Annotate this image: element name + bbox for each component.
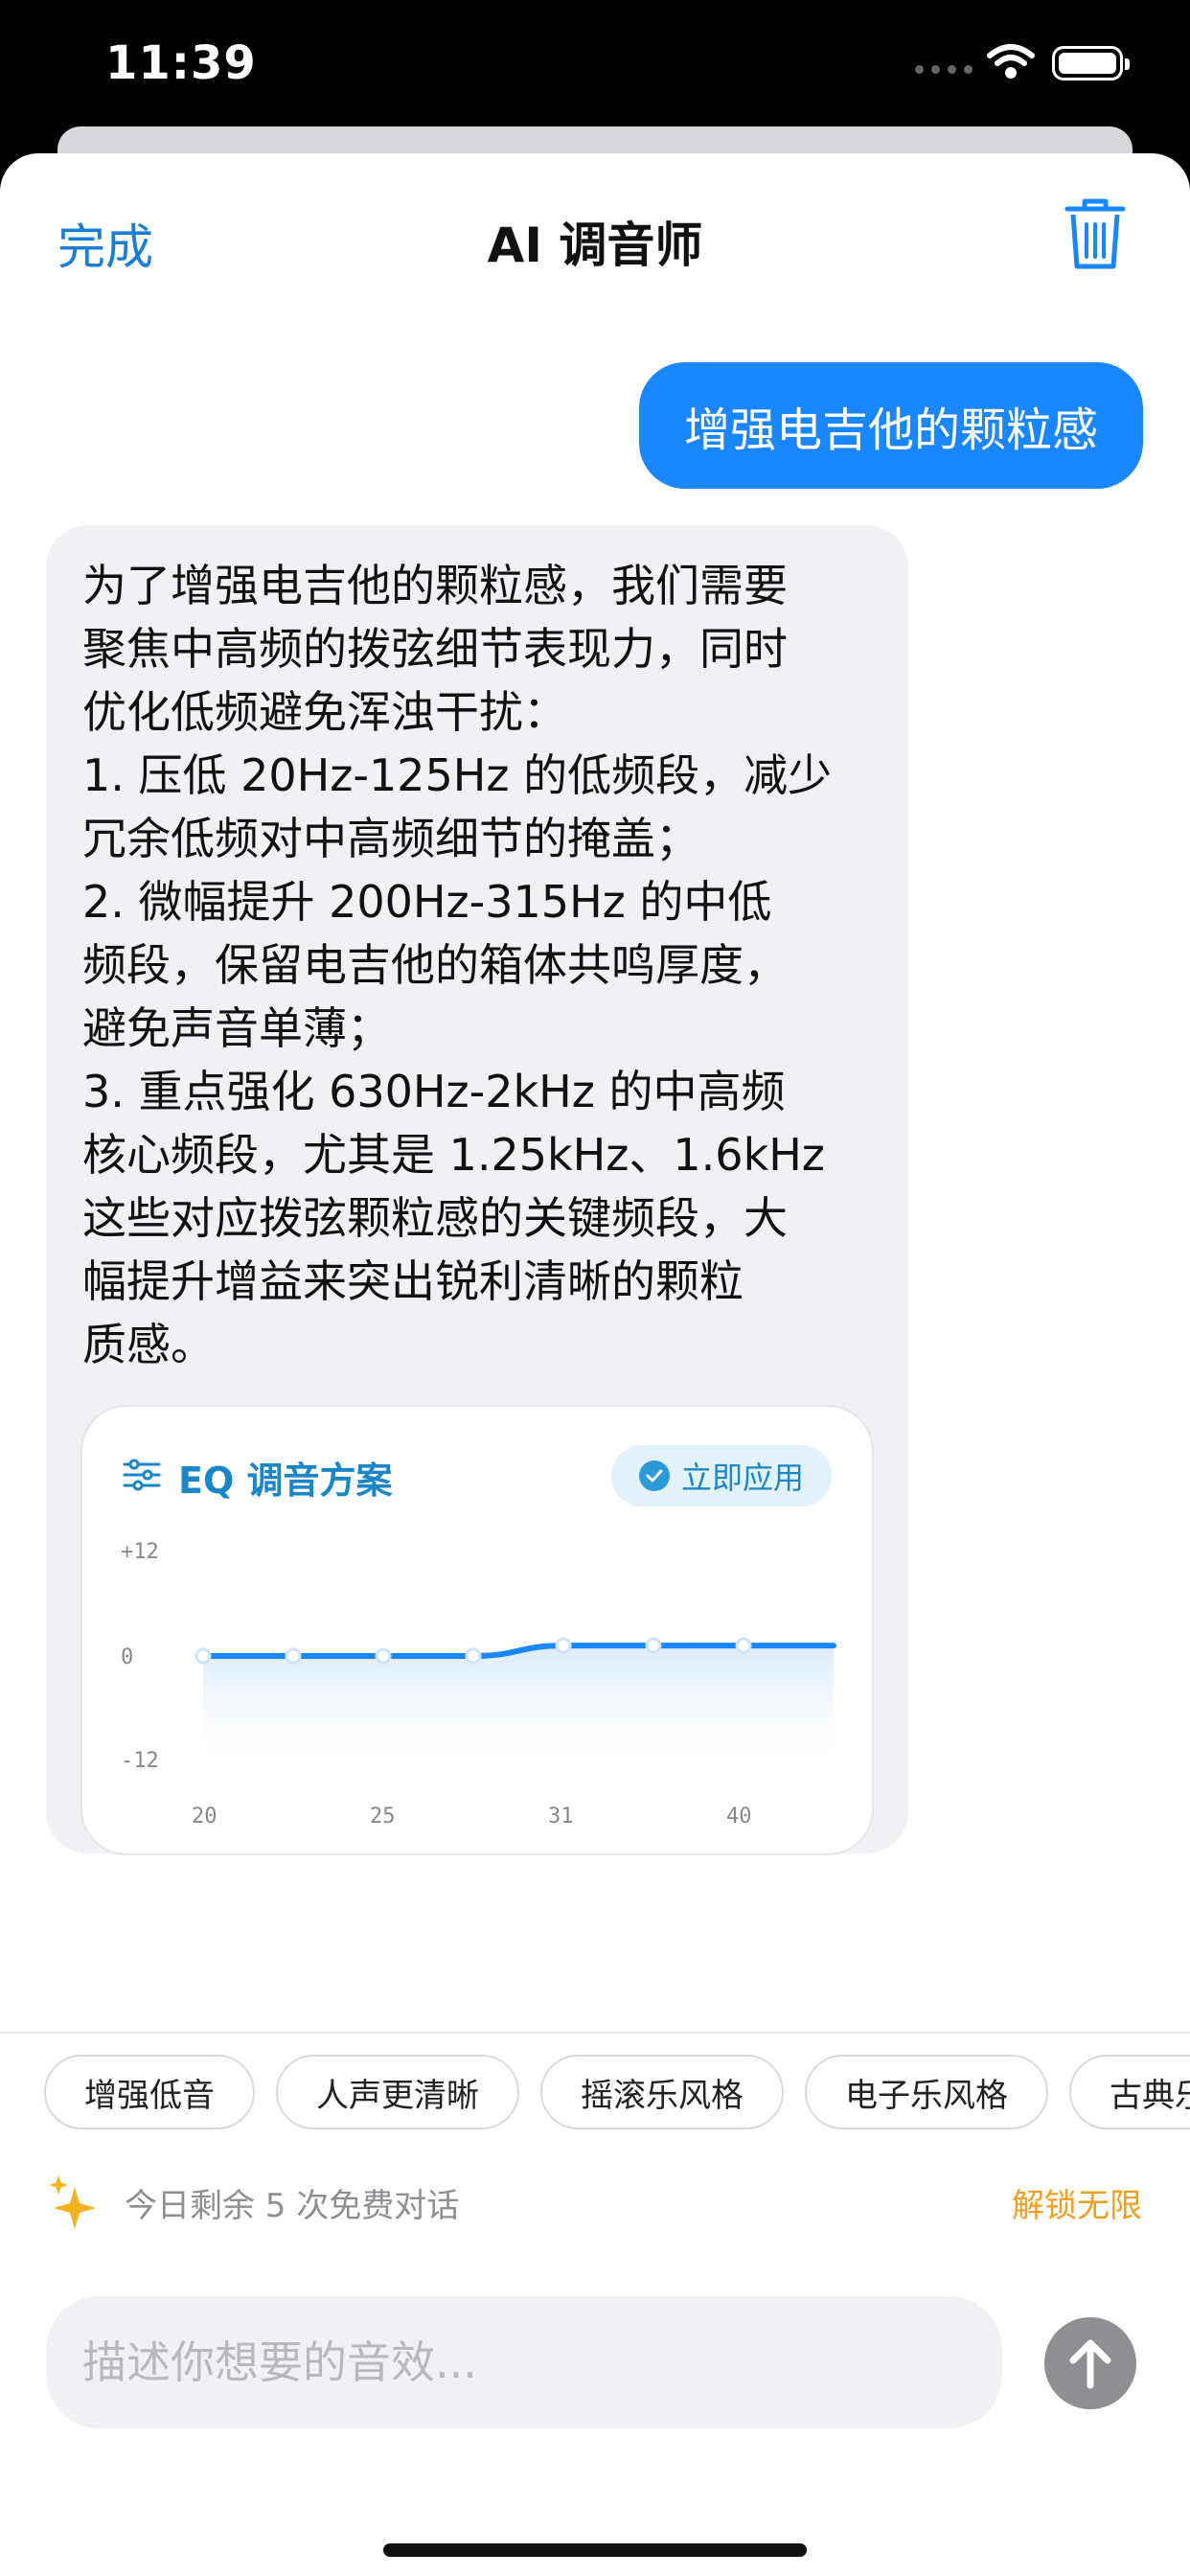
check-circle-icon xyxy=(638,1460,670,1491)
apply-now-button[interactable]: 立即应用 xyxy=(611,1445,832,1506)
eq-band-point[interactable] xyxy=(375,1647,392,1665)
trash-icon[interactable] xyxy=(1064,196,1127,272)
eq-x-tick-label: 25 xyxy=(370,1805,396,1828)
suggestion-chip[interactable]: 古典乐风格 xyxy=(1069,2055,1190,2129)
eq-plan-card: EQ 调音方案 立即应用 +12 0 -12 20 25 31 40 xyxy=(80,1405,874,1855)
sparkle-icon xyxy=(49,2175,96,2229)
eq-y-tick-label: 0 xyxy=(121,1645,133,1669)
page-title: AI 调音师 xyxy=(487,218,703,273)
eq-band-point[interactable] xyxy=(735,1637,752,1654)
divider xyxy=(0,2032,1190,2034)
sound-description-input[interactable] xyxy=(46,2296,1002,2428)
free-quota-text: 今日剩余 5 次免费对话 xyxy=(125,2187,460,2225)
eq-plan-title: EQ 调音方案 xyxy=(178,1460,393,1502)
eq-x-tick-label: 20 xyxy=(192,1805,217,1828)
send-button[interactable] xyxy=(1044,2317,1136,2409)
ai-tuner-sheet: 完成 AI 调音师 增强电吉他的颗粒感 为了增强电吉他的颗粒感，我们需要 聚焦中… xyxy=(0,153,1190,2576)
status-bar: 11:39 xyxy=(0,0,1190,134)
wifi-icon xyxy=(987,44,1035,79)
suggestion-chip[interactable]: 人声更清晰 xyxy=(276,2055,519,2129)
eq-band-point[interactable] xyxy=(645,1637,662,1654)
eq-band-point[interactable] xyxy=(195,1647,212,1665)
suggestion-chip[interactable]: 电子乐风格 xyxy=(805,2055,1048,2129)
eq-band-point[interactable] xyxy=(285,1647,302,1665)
suggestion-chip[interactable]: 增强低音 xyxy=(44,2055,255,2129)
sliders-icon xyxy=(123,1459,161,1491)
home-indicator xyxy=(383,2543,807,2557)
eq-band-point[interactable] xyxy=(465,1647,482,1665)
suggestion-chip[interactable]: 摇滚乐风格 xyxy=(540,2055,784,2129)
eq-curve-area xyxy=(203,1645,834,1771)
user-message-bubble: 增强电吉他的颗粒感 xyxy=(639,362,1143,489)
suggestion-chips: 增强低音 人声更清晰 摇滚乐风格 电子乐风格 古典乐风格 xyxy=(44,2055,1190,2129)
ai-message-bubble: 为了增强电吉他的颗粒感，我们需要 聚焦中高频的拨弦细节表现力，同时 优化低频避免… xyxy=(46,525,908,1855)
eq-curve-chart: +12 0 -12 20 25 31 40 xyxy=(121,1540,836,1828)
apply-now-label: 立即应用 xyxy=(680,1460,804,1496)
eq-band-point[interactable] xyxy=(555,1637,572,1654)
eq-y-tick-label: +12 xyxy=(121,1540,159,1564)
battery-icon xyxy=(1052,46,1130,80)
unlock-unlimited-link[interactable]: 解锁无限 xyxy=(1012,2179,1142,2226)
eq-x-tick-label: 40 xyxy=(726,1805,752,1828)
sound-description-field[interactable] xyxy=(46,2296,1002,2428)
cellular-signal-icon xyxy=(915,65,973,74)
eq-x-tick-label: 31 xyxy=(548,1805,574,1828)
eq-y-tick-label: -12 xyxy=(121,1749,159,1773)
arrow-up-icon xyxy=(1069,2339,1111,2389)
ai-message-text: 为了增强电吉他的颗粒感，我们需要 聚焦中高频的拨弦细节表现力，同时 优化低频避免… xyxy=(82,560,833,1370)
status-time: 11:39 xyxy=(105,36,257,90)
